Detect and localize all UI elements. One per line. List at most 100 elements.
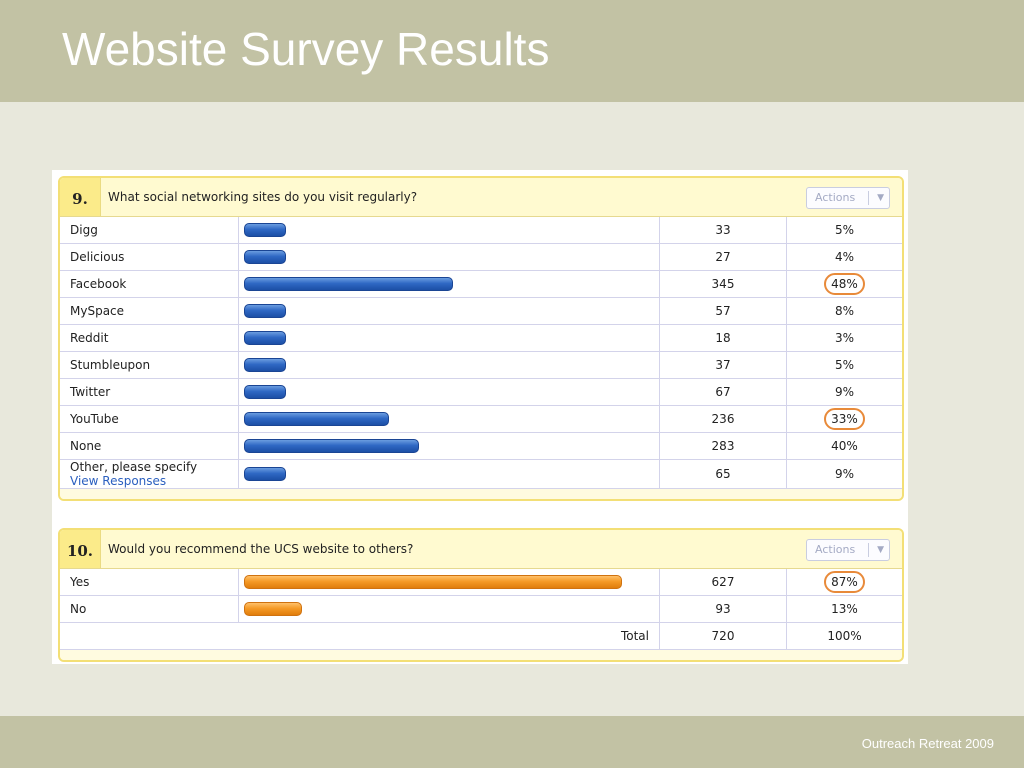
- response-bar: [244, 331, 286, 345]
- response-count: 67: [659, 378, 787, 406]
- answer-label: MySpace: [60, 297, 239, 325]
- total-percent: 100%: [786, 622, 902, 650]
- actions-divider: [868, 191, 869, 205]
- table-row: Reddit 18 3%: [60, 324, 902, 352]
- answer-label: Digg: [60, 217, 239, 244]
- bar-cell: [238, 459, 660, 489]
- question-number: 10.: [60, 530, 101, 568]
- question-9-box: 9. What social networking sites do you v…: [58, 176, 904, 501]
- response-percent: 33%: [786, 405, 902, 433]
- highlighted-percent: 87%: [824, 571, 865, 593]
- actions-dropdown[interactable]: Actions ▼: [806, 539, 890, 561]
- bar-cell: [238, 243, 660, 271]
- results-table: Yes 627 87% No 93 13% Total 720 100%: [60, 569, 902, 650]
- bar-cell: [238, 270, 660, 298]
- bar-cell: [238, 595, 660, 623]
- table-row: Delicious 27 4%: [60, 243, 902, 271]
- answer-text: None: [70, 439, 102, 453]
- total-row: Total 720 100%: [60, 622, 902, 650]
- response-count: 37: [659, 351, 787, 379]
- response-bar: [244, 250, 286, 264]
- question-10-box: 10. Would you recommend the UCS website …: [58, 528, 904, 662]
- response-bar: [244, 304, 286, 318]
- answer-text: Other, please specify: [70, 460, 198, 474]
- response-bar: [244, 277, 453, 291]
- actions-dropdown[interactable]: Actions ▼: [806, 187, 890, 209]
- bar-cell: [238, 432, 660, 460]
- table-row: Other, please specify View Responses 65 9%: [60, 459, 902, 489]
- question-10-header: 10. Would you recommend the UCS website …: [60, 530, 902, 569]
- table-row: None 283 40%: [60, 432, 902, 460]
- chevron-down-icon: ▼: [877, 193, 884, 203]
- answer-text: Reddit: [70, 331, 109, 345]
- response-percent: 3%: [786, 324, 902, 352]
- answer-text: Delicious: [70, 250, 125, 264]
- question-footer: [60, 489, 902, 499]
- answer-label: Other, please specify View Responses: [60, 459, 239, 489]
- answer-text: Facebook: [70, 277, 127, 291]
- question-footer: [60, 650, 902, 660]
- actions-label: Actions: [815, 191, 856, 204]
- answer-text: YouTube: [70, 412, 119, 426]
- total-count: 720: [659, 622, 787, 650]
- percent-value: 13%: [831, 602, 858, 616]
- chevron-down-icon: ▼: [877, 545, 884, 555]
- response-percent: 9%: [786, 378, 902, 406]
- footer-text: Outreach Retreat 2009: [861, 736, 994, 751]
- table-row: Stumbleupon 37 5%: [60, 351, 902, 379]
- response-count: 33: [659, 217, 787, 244]
- percent-value: 9%: [834, 467, 855, 481]
- response-count: 283: [659, 432, 787, 460]
- percent-value: 5%: [834, 223, 855, 237]
- bar-cell: [238, 351, 660, 379]
- response-percent: 13%: [786, 595, 902, 623]
- percent-value: 3%: [834, 331, 855, 345]
- answer-text: Yes: [70, 575, 90, 589]
- response-bar: [244, 602, 302, 616]
- response-percent: 87%: [786, 569, 902, 596]
- answer-label: None: [60, 432, 239, 460]
- response-bar: [244, 467, 286, 481]
- percent-value: 8%: [834, 304, 855, 318]
- response-percent: 40%: [786, 432, 902, 460]
- total-label: Total: [60, 622, 660, 650]
- response-bar: [244, 385, 286, 399]
- table-row: YouTube 236 33%: [60, 405, 902, 433]
- highlighted-percent: 48%: [824, 273, 865, 295]
- answer-text: Twitter: [70, 385, 111, 399]
- percent-value: 4%: [834, 250, 855, 264]
- bar-cell: [238, 378, 660, 406]
- question-number: 9.: [60, 178, 101, 216]
- bar-cell: [238, 324, 660, 352]
- answer-label: Yes: [60, 569, 239, 596]
- response-count: 27: [659, 243, 787, 271]
- answer-label: No: [60, 595, 239, 623]
- actions-divider: [868, 543, 869, 557]
- slide-title: Website Survey Results: [62, 23, 550, 75]
- response-percent: 48%: [786, 270, 902, 298]
- response-bar: [244, 223, 286, 237]
- bar-cell: [238, 297, 660, 325]
- answer-text: Digg: [70, 223, 98, 237]
- response-percent: 4%: [786, 243, 902, 271]
- view-responses-link[interactable]: View Responses: [70, 474, 238, 488]
- answer-label: Facebook: [60, 270, 239, 298]
- question-text: Would you recommend the UCS website to o…: [108, 542, 414, 556]
- actions-label: Actions: [815, 543, 856, 556]
- answer-label: Twitter: [60, 378, 239, 406]
- highlighted-percent: 33%: [824, 408, 865, 430]
- table-row: Yes 627 87%: [60, 569, 902, 596]
- response-bar: [244, 412, 389, 426]
- response-count: 65: [659, 459, 787, 489]
- response-count: 93: [659, 595, 787, 623]
- response-percent: 5%: [786, 351, 902, 379]
- response-percent: 9%: [786, 459, 902, 489]
- response-count: 18: [659, 324, 787, 352]
- bar-cell: [238, 405, 660, 433]
- bar-cell: [238, 217, 660, 244]
- answer-text: Stumbleupon: [70, 358, 151, 372]
- answer-label: Delicious: [60, 243, 239, 271]
- table-row: MySpace 57 8%: [60, 297, 902, 325]
- response-count: 236: [659, 405, 787, 433]
- response-percent: 5%: [786, 217, 902, 244]
